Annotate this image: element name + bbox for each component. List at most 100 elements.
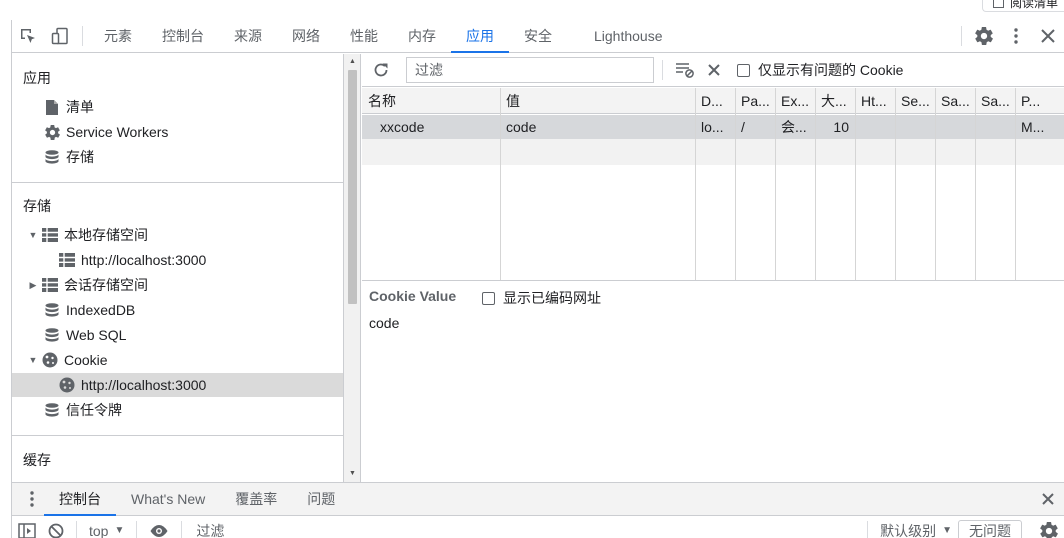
cell-value[interactable]: code [500,115,695,139]
close-devtools-icon[interactable] [1032,20,1064,52]
column-header-priority[interactable]: P... [1015,88,1064,114]
issues-counter-label: 无问题 [969,522,1011,538]
column-header-secure[interactable]: Se... [895,88,935,114]
log-level-selector[interactable]: 默认级别 ▼ [874,517,958,538]
column-header-httponly[interactable]: Ht... [855,88,895,114]
drawer-tab-console[interactable]: 控制台 [44,483,116,516]
clear-filtered-cookies-icon[interactable] [671,54,699,86]
settings-gear-icon[interactable] [968,20,1000,52]
live-expression-eye-icon[interactable] [143,517,175,538]
tab-sources[interactable]: 来源 [219,20,277,52]
tab-console[interactable]: 控制台 [147,20,219,52]
cookie-toolbar: 过滤 仅显示有问题的 Cookie [362,54,1064,87]
sidebar-item-trust-tokens[interactable]: 信任令牌 [12,398,343,422]
scroll-down-arrow-icon[interactable]: ▼ [344,467,361,481]
column-header-sameparty[interactable]: Sa... [975,88,1015,114]
sidebar-item-label: 存储 [66,149,94,165]
gear-icon [44,124,60,140]
column-header-path[interactable]: Pa... [735,88,775,114]
sidebar-item-cookie-origin[interactable]: http://localhost:3000 [12,373,343,397]
column-header-expires[interactable]: Ex... [775,88,815,114]
sidebar-item-session-storage[interactable]: ▶ 会话存储空间 [12,273,343,297]
issues-counter-button[interactable]: 无问题 [958,519,1022,538]
console-separator [181,520,183,538]
tabbar-separator [82,26,83,46]
context-label: top [89,522,109,538]
cell-sameparty[interactable] [975,115,1015,139]
table-grid-icon [42,227,58,243]
drawer-tab-coverage[interactable]: 覆盖率 [220,483,292,515]
column-header-name[interactable]: 名称 [362,88,500,114]
clear-console-icon[interactable] [42,517,70,538]
console-settings-gear-icon[interactable] [1034,517,1064,538]
tab-network[interactable]: 网络 [277,20,335,52]
sidebar-item-label: 会话存储空间 [64,277,148,293]
cell-httponly[interactable] [855,115,895,139]
drawer-menu-icon[interactable] [20,483,44,515]
sidebar-item-label: IndexedDB [66,302,136,318]
sidebar-item-label: http://localhost:3000 [81,252,207,268]
tab-application[interactable]: 应用 [451,20,509,53]
drawer-tab-issues[interactable]: 问题 [292,483,350,515]
cell-domain[interactable]: lo... [695,115,735,139]
expanded-arrow-icon[interactable]: ▼ [28,355,38,365]
drawer-tab-whats-new[interactable]: What's New [116,483,220,515]
tab-elements[interactable]: 元素 [89,20,147,52]
sidebar-item-manifest[interactable]: 清单 [12,95,343,119]
tab-lighthouse[interactable]: Lighthouse [579,20,678,52]
close-drawer-icon[interactable] [1032,483,1064,515]
sidebar-item-local-storage-origin[interactable]: http://localhost:3000 [12,248,343,272]
log-level-label: 默认级别 [880,522,937,538]
console-filter-input[interactable]: 过滤 [188,515,861,538]
table-row-empty [362,139,1064,165]
cell-path[interactable]: / [735,115,775,139]
column-header-domain[interactable]: D... [695,88,735,114]
tab-security[interactable]: 安全 [509,20,567,52]
sidebar-divider [12,435,343,436]
cell-priority[interactable]: M... [1015,115,1064,139]
scroll-up-arrow-icon[interactable]: ▲ [344,55,361,69]
sidebar-item-local-storage[interactable]: ▼ 本地存储空间 [12,223,343,247]
only-issues-checkbox[interactable]: 仅显示有问题的 Cookie [737,60,903,80]
tab-performance[interactable]: 性能 [335,20,393,52]
console-separator [76,520,77,538]
scrollbar-thumb[interactable] [348,70,357,304]
checkbox-box[interactable] [482,291,495,305]
tab-memory[interactable]: 内存 [393,20,451,52]
cookie-filter-input[interactable]: 过滤 [406,57,654,83]
cell-secure[interactable] [895,115,935,139]
checkbox-box[interactable] [737,63,750,77]
sidebar-item-label: Web SQL [66,327,127,343]
expanded-arrow-icon[interactable]: ▼ [28,230,38,240]
cell-size[interactable]: 10 [815,115,855,139]
column-header-samesite[interactable]: Sa... [935,88,975,114]
sidebar-toggle-icon[interactable] [12,517,42,538]
sidebar-item-service-workers[interactable]: Service Workers [12,120,343,144]
sidebar-item-storage-overview[interactable]: 存储 [12,145,343,169]
cell-name[interactable]: xxcode [374,115,500,139]
sidebar-item-cookies[interactable]: ▼ Cookie [12,348,343,372]
inspect-element-icon[interactable] [12,20,44,52]
dropdown-arrow-icon: ▼ [114,525,125,536]
more-options-icon[interactable] [1000,20,1032,52]
drawer-tabbar: 控制台 What's New 覆盖率 问题 [12,482,1064,516]
database-icon [44,402,60,418]
reading-list-button[interactable]: 阅读清单 [981,0,1064,12]
cell-samesite[interactable] [935,115,975,139]
device-toolbar-icon[interactable] [44,20,76,52]
cookie-value-text[interactable]: code [369,315,399,331]
show-decoded-checkbox[interactable]: 显示已编码网址 [482,288,601,308]
sidebar-item-indexeddb[interactable]: IndexedDB [12,298,343,322]
column-header-value[interactable]: 值 [500,88,695,114]
delete-selected-icon[interactable] [699,54,729,86]
cookie-value-pane: Cookie Value 显示已编码网址 code [362,282,1064,482]
database-icon [44,327,60,343]
refresh-icon[interactable] [362,54,400,86]
cell-expires[interactable]: 会... [775,115,815,139]
context-selector[interactable]: top ▼ [83,517,130,538]
console-separator [136,520,138,538]
column-header-size[interactable]: 大... [815,88,855,114]
collapsed-arrow-icon[interactable]: ▶ [28,280,38,291]
sidebar-item-websql[interactable]: Web SQL [12,323,343,347]
sidebar-scrollbar[interactable]: ▲ ▼ [344,54,361,482]
